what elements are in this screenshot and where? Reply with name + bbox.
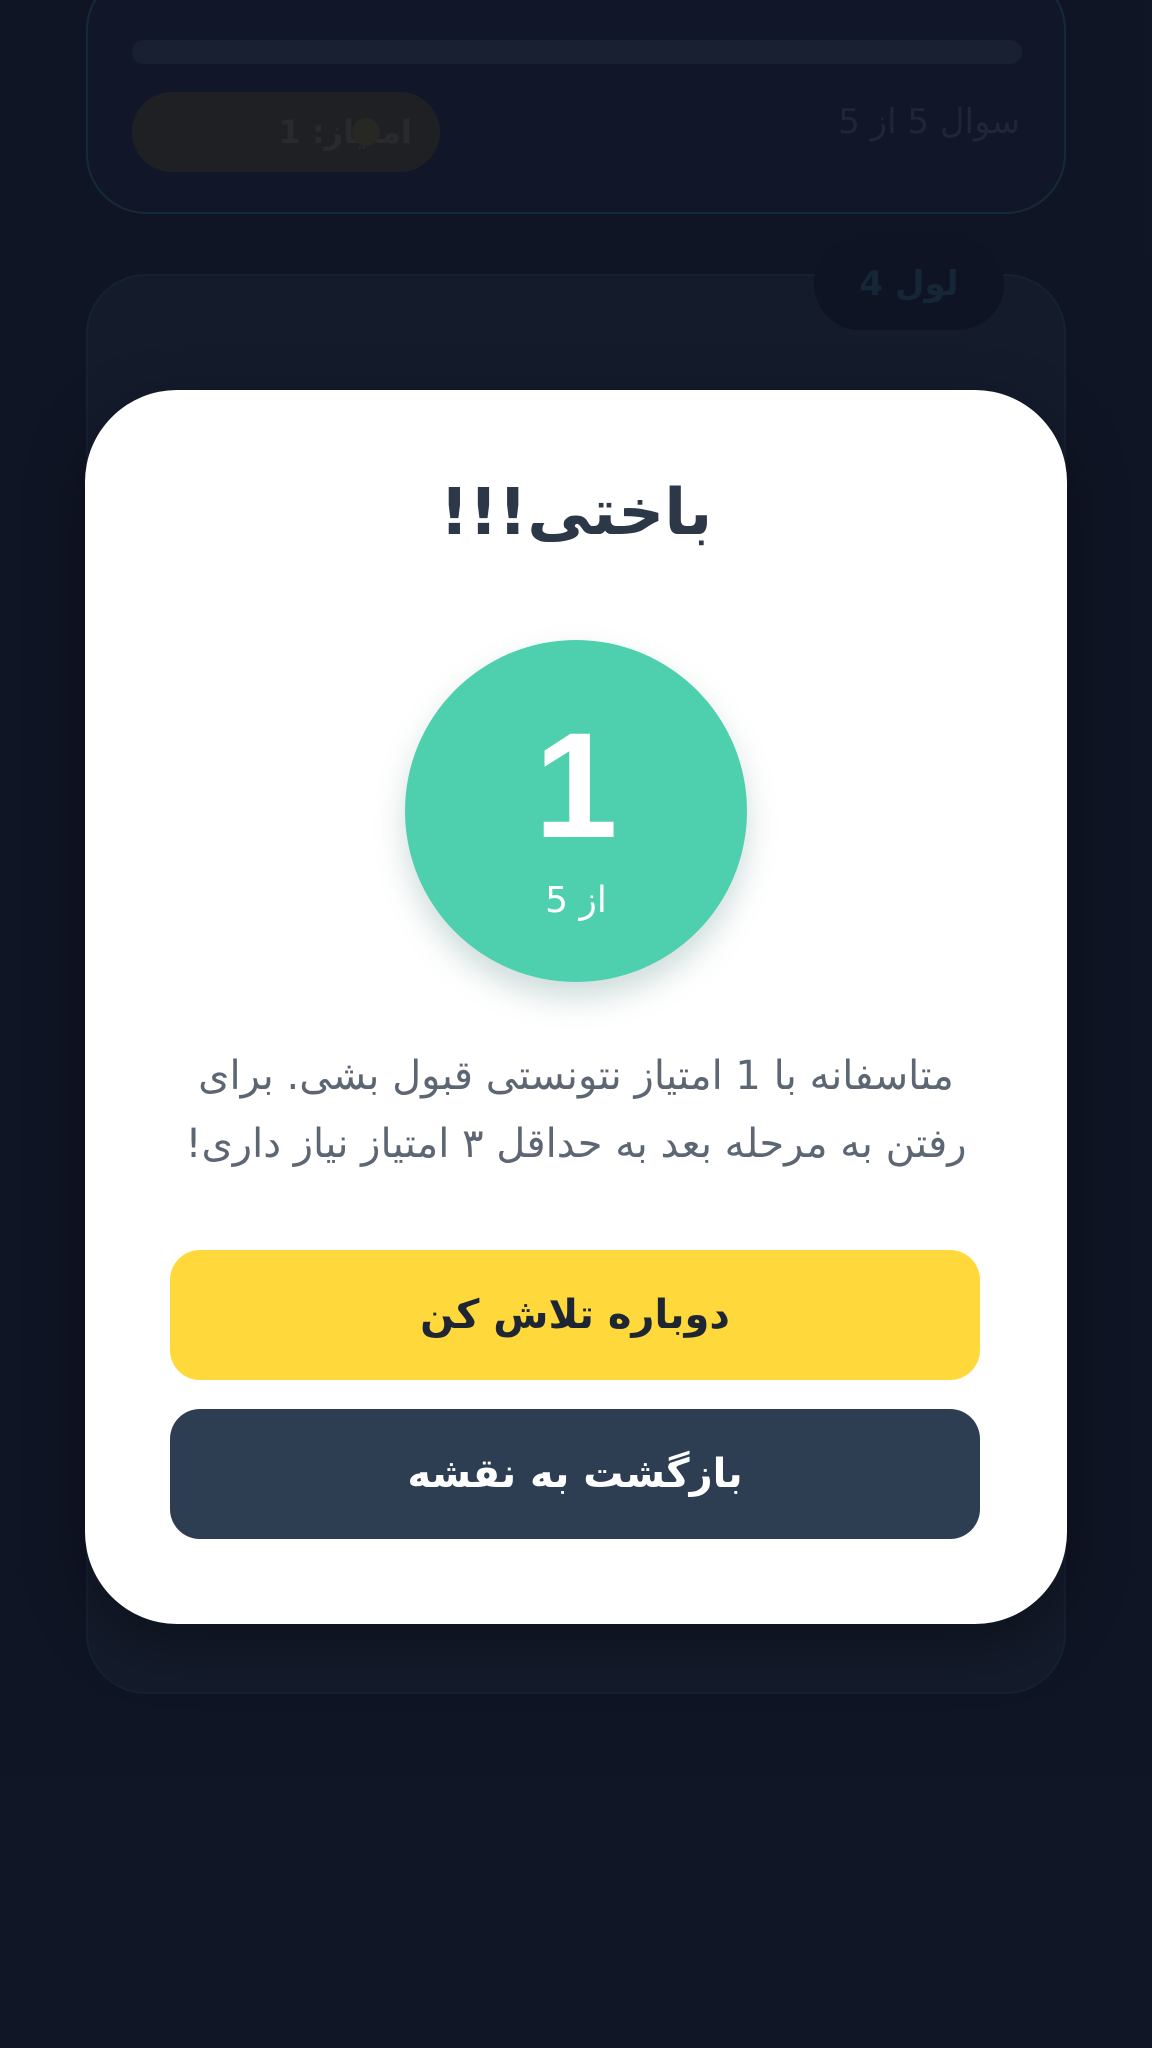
retry-button[interactable]: دوباره تلاش کن [170,1250,980,1380]
game-screen: امتیاز: 1 سوال 5 از 5 لول 4 باختی!!! 1 ا… [0,0,1152,2048]
back-to-map-button[interactable]: بازگشت به نقشه [170,1409,980,1539]
modal-title: باختی!!! [439,476,713,550]
result-modal: باختی!!! 1 از 5 متاسفانه با 1 امتیاز نتو… [85,390,1067,1624]
result-message: متاسفانه با 1 امتیاز نتونستی قبول بشی. ب… [185,1053,967,1167]
score-value: 1 [534,701,618,869]
score-total: از 5 [545,880,607,921]
score-circle: 1 از 5 [405,640,747,982]
